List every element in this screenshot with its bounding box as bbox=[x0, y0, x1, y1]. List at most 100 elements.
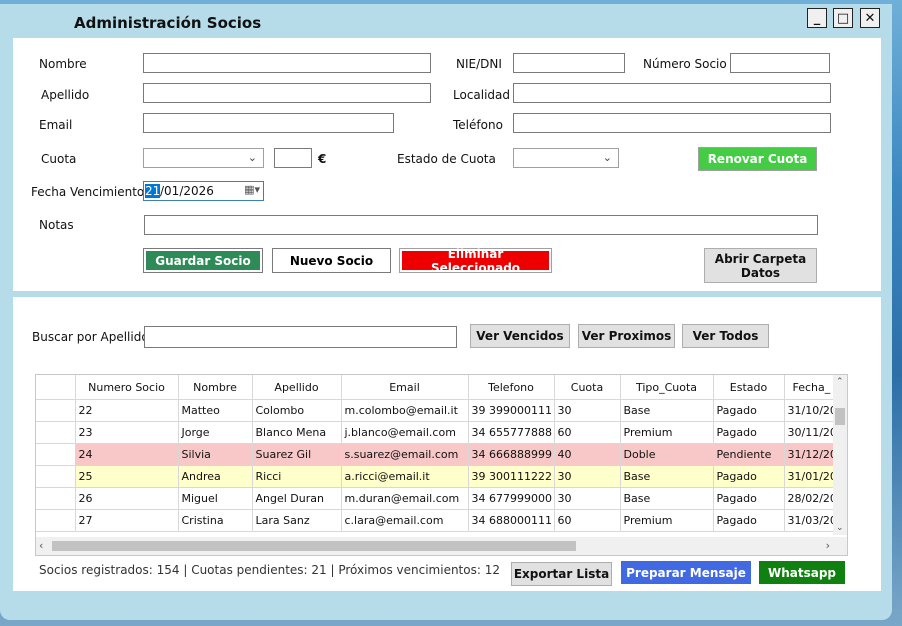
table-cell[interactable]: 60 bbox=[554, 509, 621, 532]
table-cell[interactable]: 34 666888999 bbox=[468, 443, 555, 466]
calendar-icon[interactable]: ▦▾ bbox=[244, 183, 260, 196]
table-cell[interactable]: 39 300111222 bbox=[468, 465, 555, 488]
table-cell[interactable]: Pendiente bbox=[713, 443, 785, 466]
fecha-day-segment[interactable]: 21 bbox=[145, 184, 161, 198]
table-cell[interactable]: 27 bbox=[75, 509, 179, 532]
table-cell[interactable]: 39 399000111 bbox=[468, 399, 555, 422]
column-header[interactable]: Estado bbox=[713, 375, 785, 400]
table-cell[interactable]: Pagado bbox=[713, 399, 785, 422]
table-cell[interactable]: 60 bbox=[554, 421, 621, 444]
column-header[interactable]: Nombre bbox=[178, 375, 253, 400]
table-cell[interactable]: Andrea bbox=[178, 465, 253, 488]
table-cell[interactable]: Doble bbox=[620, 443, 714, 466]
table-cell[interactable]: Pagado bbox=[713, 509, 785, 532]
notas-field[interactable] bbox=[144, 215, 818, 235]
table-cell[interactable]: Lara Sanz bbox=[252, 509, 342, 532]
table-cell[interactable]: 23 bbox=[75, 421, 179, 444]
eliminar-seleccionado-button[interactable]: Eliminar Seleccionado bbox=[399, 247, 552, 275]
table-cell[interactable]: Blanco Mena bbox=[252, 421, 342, 444]
table-cell[interactable]: 25 bbox=[75, 465, 179, 488]
table-cell[interactable]: 30 bbox=[554, 465, 621, 488]
table-cell[interactable]: 30 bbox=[554, 399, 621, 422]
table-cell[interactable]: 34 655777888 bbox=[468, 421, 555, 444]
column-header[interactable]: Apellido bbox=[252, 375, 342, 400]
table-row[interactable]: 26 Miguel Angel Duran m.duran@email.com 34 6… bbox=[36, 487, 845, 510]
row-header[interactable] bbox=[36, 509, 76, 532]
email-field[interactable] bbox=[143, 113, 394, 133]
preparar-mensaje-button[interactable]: Preparar Mensaje bbox=[621, 561, 751, 584]
estado-cuota-select[interactable]: ⌄ bbox=[513, 148, 619, 168]
ver-todos-button[interactable]: Ver Todos bbox=[682, 324, 769, 348]
column-header[interactable]: Numero Socio bbox=[75, 375, 179, 400]
vertical-scrollbar[interactable]: ⌃ ⌄ bbox=[833, 375, 847, 535]
guardar-socio-button[interactable]: Guardar Socio bbox=[143, 248, 263, 273]
table-cell[interactable]: 26 bbox=[75, 487, 179, 510]
vertical-scroll-thumb[interactable] bbox=[835, 408, 845, 425]
row-header[interactable] bbox=[36, 465, 76, 488]
table-cell[interactable]: Ricci bbox=[252, 465, 342, 488]
minimize-button[interactable]: _ bbox=[807, 8, 827, 28]
table-cell[interactable]: Jorge bbox=[178, 421, 253, 444]
table-cell[interactable]: 40 bbox=[554, 443, 621, 466]
fecha-vencimiento-picker[interactable]: 21/01/2026 ▦▾ bbox=[143, 181, 264, 201]
table-cell[interactable]: Matteo bbox=[178, 399, 253, 422]
close-button[interactable]: ✕ bbox=[860, 8, 880, 28]
row-header[interactable] bbox=[36, 421, 76, 444]
table-cell[interactable]: j.blanco@email.com bbox=[341, 421, 469, 444]
table-row[interactable]: 25 Andrea Ricci a.ricci@email.it 39 30011122… bbox=[36, 465, 845, 488]
maximize-button[interactable]: □ bbox=[833, 8, 853, 28]
table-cell[interactable]: Pagado bbox=[713, 421, 785, 444]
table-cell[interactable]: 24 bbox=[75, 443, 179, 466]
column-header[interactable]: Tipo_Cuota bbox=[620, 375, 714, 400]
table-cell[interactable]: s.suarez@email.com bbox=[341, 443, 469, 466]
table-cell[interactable]: Premium bbox=[620, 509, 714, 532]
table-cell[interactable]: 34 688000111 bbox=[468, 509, 555, 532]
table-cell[interactable]: c.lara@email.com bbox=[341, 509, 469, 532]
column-header[interactable]: Telefono bbox=[468, 375, 555, 400]
socios-grid[interactable]: Numero Socio Nombre Apellido Email Telef… bbox=[35, 374, 848, 556]
table-cell[interactable]: Colombo bbox=[252, 399, 342, 422]
exportar-lista-button[interactable]: Exportar Lista bbox=[511, 562, 612, 586]
table-cell[interactable]: Pagado bbox=[713, 465, 785, 488]
table-cell[interactable]: Miguel bbox=[178, 487, 253, 510]
search-input[interactable] bbox=[144, 326, 457, 348]
table-cell[interactable]: Suarez Gil bbox=[252, 443, 342, 466]
table-row[interactable]: 22 Matteo Colombo m.colombo@email.it 39 3990… bbox=[36, 399, 845, 422]
table-cell[interactable]: 30 bbox=[554, 487, 621, 510]
scroll-up-icon[interactable]: ⌃ bbox=[836, 377, 844, 387]
table-cell[interactable]: m.colombo@email.it bbox=[341, 399, 469, 422]
table-cell[interactable]: a.ricci@email.it bbox=[341, 465, 469, 488]
scroll-left-icon[interactable]: ‹ bbox=[39, 539, 43, 552]
table-cell[interactable]: 22 bbox=[75, 399, 179, 422]
cuota-amount-field[interactable] bbox=[274, 148, 312, 168]
ver-proximos-button[interactable]: Ver Proximos bbox=[578, 324, 675, 348]
table-cell[interactable]: Cristina bbox=[178, 509, 253, 532]
table-row[interactable]: 23 Jorge Blanco Mena j.blanco@email.com 34 6… bbox=[36, 421, 845, 444]
nombre-field[interactable] bbox=[143, 53, 431, 73]
horizontal-scrollbar[interactable]: ‹ › bbox=[36, 537, 847, 555]
apellido-field[interactable] bbox=[143, 83, 431, 103]
abrir-carpeta-datos-button[interactable]: Abrir Carpeta Datos bbox=[704, 248, 817, 283]
ver-vencidos-button[interactable]: Ver Vencidos bbox=[470, 324, 570, 348]
table-cell[interactable]: Premium bbox=[620, 421, 714, 444]
column-header[interactable]: Cuota bbox=[554, 375, 621, 400]
numero-socio-field[interactable] bbox=[730, 53, 830, 73]
cuota-select[interactable]: ⌄ bbox=[143, 148, 264, 168]
table-cell[interactable]: 34 677999000 bbox=[468, 487, 555, 510]
scroll-right-icon[interactable]: › bbox=[826, 539, 830, 552]
table-cell[interactable]: Base bbox=[620, 465, 714, 488]
nie-field[interactable] bbox=[513, 53, 625, 73]
column-header[interactable]: Email bbox=[341, 375, 469, 400]
whatsapp-button[interactable]: Whatsapp bbox=[759, 561, 845, 584]
nuevo-socio-button[interactable]: Nuevo Socio bbox=[272, 248, 391, 273]
horizontal-scroll-thumb[interactable] bbox=[52, 541, 576, 551]
table-cell[interactable]: m.duran@email.com bbox=[341, 487, 469, 510]
table-cell[interactable]: Silvia bbox=[178, 443, 253, 466]
table-cell[interactable]: Base bbox=[620, 399, 714, 422]
renovar-cuota-button[interactable]: Renovar Cuota bbox=[698, 147, 817, 171]
table-row[interactable]: 27 Cristina Lara Sanz c.lara@email.com 34 68… bbox=[36, 509, 845, 532]
scroll-down-icon[interactable]: ⌄ bbox=[836, 523, 844, 533]
row-header[interactable] bbox=[36, 487, 76, 510]
localidad-field[interactable] bbox=[513, 83, 831, 103]
row-header[interactable] bbox=[36, 443, 76, 466]
